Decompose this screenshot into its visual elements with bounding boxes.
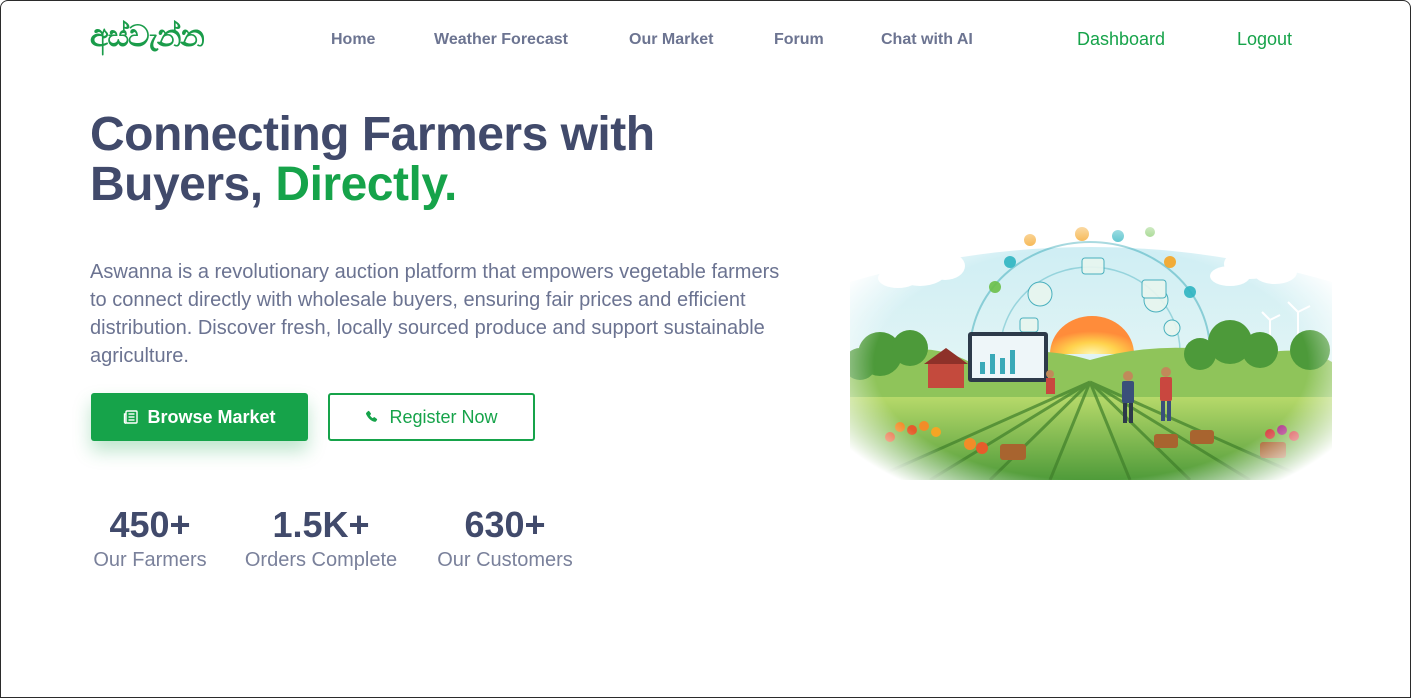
- stat-farmers: 450+ Our Farmers: [91, 505, 209, 573]
- stat-orders: 1.5K+ Orders Complete: [241, 505, 401, 573]
- browse-market-label: Browse Market: [147, 406, 276, 427]
- hero-title-accent: Directly.: [275, 158, 457, 211]
- hero-title: Connecting Farmers with Buyers, Directly…: [90, 110, 770, 210]
- logout-link[interactable]: Logout: [1237, 29, 1292, 50]
- farm-scene-image: [844, 222, 1332, 482]
- stat-label: Orders Complete: [244, 549, 398, 571]
- hero-description: Aswanna is a revolutionary auction platf…: [90, 261, 780, 367]
- stat-value: 630+: [464, 504, 546, 545]
- nav-our-market[interactable]: Our Market: [629, 31, 713, 49]
- hero-title-line1: Connecting Farmers with: [90, 108, 655, 161]
- stat-customers: 630+ Our Customers: [434, 505, 576, 573]
- brand-logo[interactable]: අස්වැන්න: [90, 16, 265, 58]
- hero-title-line2: Buyers,: [90, 158, 276, 211]
- nav-forum[interactable]: Forum: [774, 31, 824, 49]
- nav-chat-with-ai[interactable]: Chat with AI: [881, 31, 973, 49]
- register-now-button[interactable]: Register Now: [328, 393, 535, 441]
- newspaper-icon: [123, 409, 139, 425]
- browse-market-button[interactable]: Browse Market: [91, 393, 308, 441]
- hero-illustration: [844, 222, 1332, 482]
- stat-label: Our Farmers: [93, 549, 207, 571]
- nav-home[interactable]: Home: [331, 31, 375, 49]
- stat-label: Our Customers: [437, 549, 573, 571]
- dashboard-link[interactable]: Dashboard: [1077, 29, 1165, 50]
- logo-text: අස්වැන්න: [90, 19, 205, 54]
- stat-value: 1.5K+: [272, 504, 370, 545]
- register-now-label: Register Now: [389, 406, 498, 427]
- stat-value: 450+: [109, 504, 191, 545]
- nav-weather-forecast[interactable]: Weather Forecast: [434, 31, 568, 49]
- phone-icon: [365, 410, 379, 424]
